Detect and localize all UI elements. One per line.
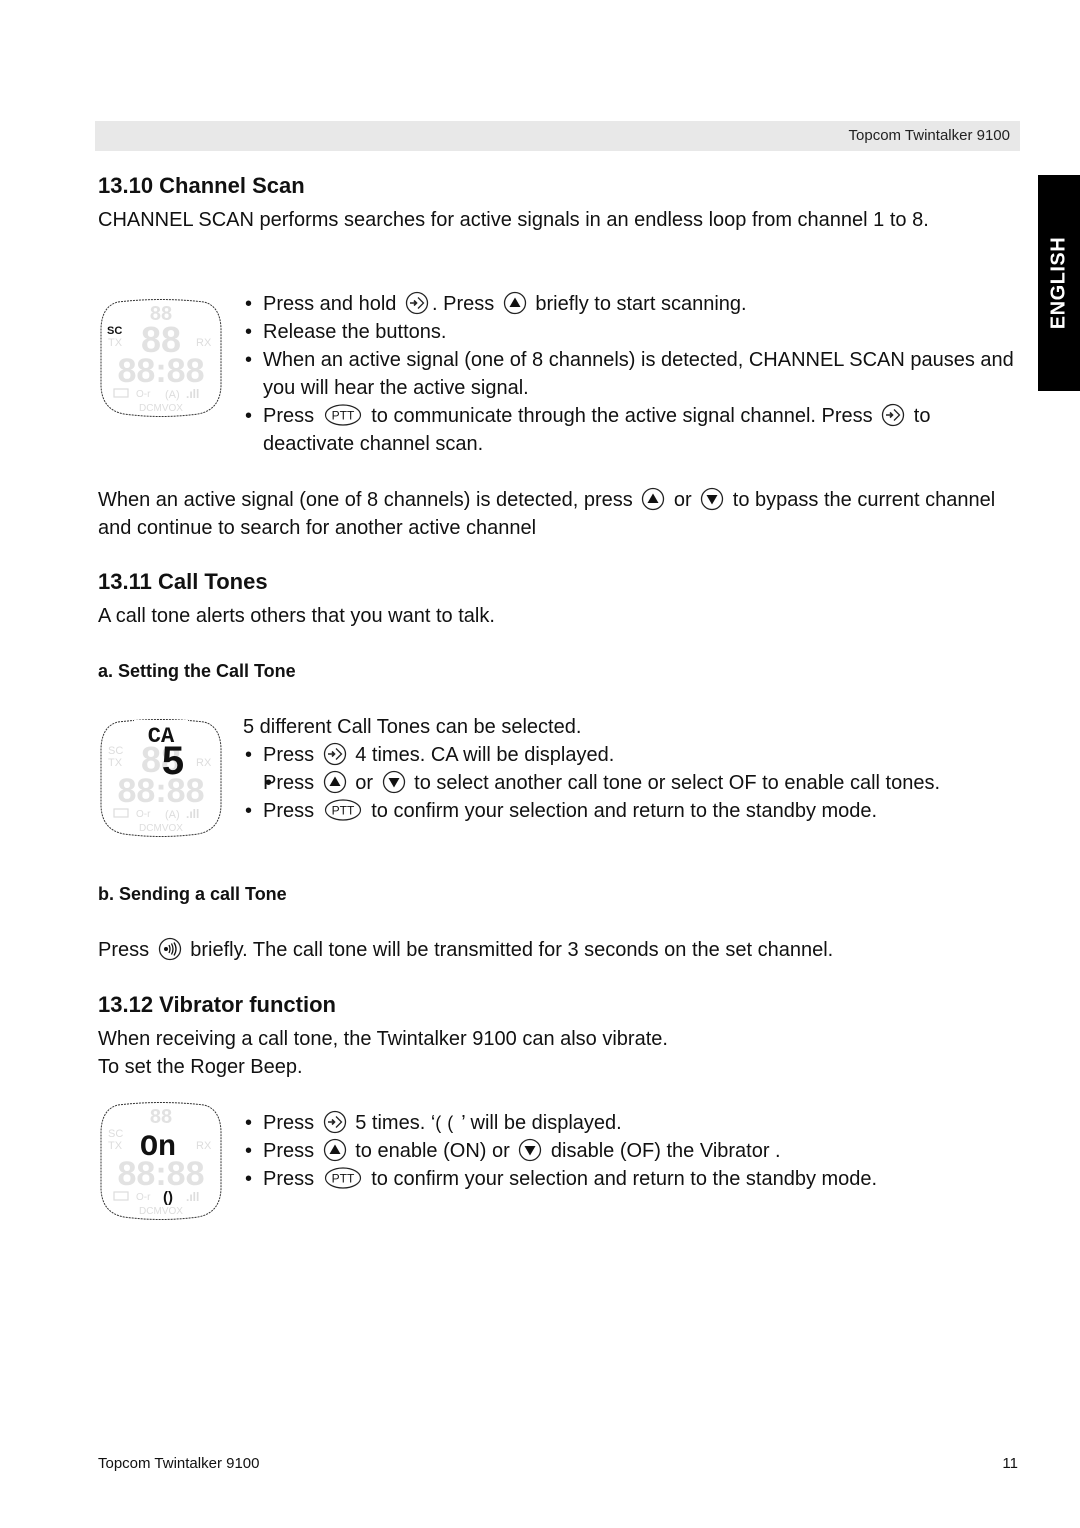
step-item: Press PTT to confirm your selection and … <box>243 797 1023 825</box>
lcd-call-tone-display: CA SC 5 (A) <box>98 718 224 838</box>
step-text: Press <box>263 1112 315 1134</box>
step-text: to communicate through the active signal… <box>371 405 873 427</box>
lcd-sc-indicator: SC <box>107 325 122 337</box>
step-item: When an active signal (one of 8 channels… <box>243 346 1023 402</box>
lcd-vibrate-indicator: () <box>163 1189 173 1206</box>
text: briefly. The call tone will be transmitt… <box>190 939 834 961</box>
step-item: Press or to select another call tone or … <box>243 769 1023 797</box>
step-item: Release the buttons. <box>243 318 1023 346</box>
call-tone-count-text: 5 different Call Tones can be selected. <box>243 716 582 738</box>
channel-scan-steps: Press and hold . Press briefly to start … <box>243 290 1023 458</box>
footer-title: Topcom Twintalker 9100 <box>98 1455 260 1472</box>
step-item: Press to enable (ON) or disable (OF) the… <box>243 1137 1023 1165</box>
svg-text:PTT: PTT <box>331 804 354 818</box>
text: Press <box>98 939 150 961</box>
step-text: Press <box>263 744 315 766</box>
lcd-tone-number: 5 <box>162 739 184 783</box>
step-text: Press <box>263 1168 315 1190</box>
lcd-vibrator-display: SC On () <box>98 1101 224 1221</box>
step-text: Press <box>263 772 315 794</box>
step-text: to confirm your selection and return to … <box>371 1168 878 1190</box>
step-item: Press PTT to confirm your selection and … <box>243 1165 1023 1193</box>
channel-scan-intro: CHANNEL SCAN performs searches for activ… <box>98 209 929 231</box>
language-tab: ENGLISH <box>1038 175 1080 391</box>
call-tone-steps: 5 different Call Tones can be selected. … <box>243 713 1023 825</box>
up-arrow-button-icon <box>641 487 665 511</box>
svg-text:(A): (A) <box>165 809 180 821</box>
step-item: Press and hold . Press briefly to start … <box>243 290 1023 318</box>
up-arrow-button-icon <box>323 1138 347 1162</box>
text: When an active signal (one of 8 channels… <box>98 489 633 511</box>
step-text: to confirm your selection and return to … <box>371 800 878 822</box>
ptt-button-icon: PTT <box>324 799 362 821</box>
up-arrow-button-icon <box>323 770 347 794</box>
menu-button-icon <box>881 403 905 427</box>
call-tones-intro: A call tone alerts others that you want … <box>98 605 495 627</box>
step-text: to select another call tone or select OF… <box>414 772 941 794</box>
lcd-scan-display: SC (A) <box>98 298 224 418</box>
step-item: Press 5 times. ‘((’ will be displayed. <box>243 1109 1023 1137</box>
lcd-on-text: On <box>140 1131 176 1165</box>
section-heading-vibrator: 13.12 Vibrator function <box>98 992 336 1017</box>
vibrate-symbol-icon: (( <box>435 1113 460 1133</box>
vibrator-intro-line: When receiving a call tone, the Twintalk… <box>98 1028 668 1050</box>
svg-text:PTT: PTT <box>331 1172 354 1186</box>
step-text: . Press <box>431 293 495 315</box>
vibrator-intro-line: To set the Roger Beep. <box>98 1056 303 1078</box>
step-text: to enable (ON) or <box>355 1140 510 1162</box>
vibrator-intro: When receiving a call tone, the Twintalk… <box>98 1025 1023 1081</box>
svg-text:PTT: PTT <box>331 409 354 423</box>
step-text: disable (OF) the Vibrator . <box>550 1140 781 1162</box>
step-text: 5 times. ‘ <box>355 1112 436 1134</box>
step-item: Press PTT to communicate through the act… <box>243 402 1023 458</box>
up-arrow-button-icon <box>503 291 527 315</box>
vibrator-steps: Press 5 times. ‘((’ will be displayed. P… <box>243 1109 1023 1193</box>
section-heading-call-tones: 13.11 Call Tones <box>98 569 268 594</box>
step-text: Press <box>263 405 315 427</box>
header-title: Topcom Twintalker 9100 <box>848 127 1010 144</box>
ptt-button-icon: PTT <box>324 404 362 426</box>
call-button-icon <box>158 937 182 961</box>
sending-call-tone-text: Press briefly. The call tone will be tra… <box>98 936 1023 964</box>
subheading-sending-call-tone: b. Sending a call Tone <box>98 884 287 904</box>
language-label: ENGLISH <box>1047 236 1070 330</box>
step-text: ’ will be displayed. <box>461 1112 622 1134</box>
section-heading-channel-scan: 13.10 Channel Scan <box>98 173 305 198</box>
step-text: briefly to start scanning. <box>535 293 747 315</box>
down-arrow-button-icon <box>518 1138 542 1162</box>
down-arrow-button-icon <box>382 770 406 794</box>
ptt-button-icon: PTT <box>324 1167 362 1189</box>
page-header: Topcom Twintalker 9100 <box>95 121 1020 151</box>
svg-text:(A): (A) <box>165 389 180 401</box>
svg-text:SC: SC <box>108 745 123 757</box>
step-text: 4 times. CA will be displayed. <box>355 744 615 766</box>
step-text: Press <box>263 1140 315 1162</box>
step-text: or <box>355 772 374 794</box>
menu-button-icon <box>323 1110 347 1134</box>
down-arrow-button-icon <box>700 487 724 511</box>
page-number: 11 <box>1002 1455 1018 1472</box>
step-text: Press and hold <box>263 293 397 315</box>
channel-scan-bypass-text: When an active signal (one of 8 channels… <box>98 486 1023 542</box>
menu-button-icon <box>405 291 429 315</box>
step-text: Press <box>263 800 315 822</box>
menu-button-icon <box>323 742 347 766</box>
svg-text:SC: SC <box>108 1128 123 1140</box>
step-item: Press 4 times. CA will be displayed. <box>243 741 1023 769</box>
text: or <box>673 489 692 511</box>
subheading-setting-call-tone: a. Setting the Call Tone <box>98 661 296 681</box>
